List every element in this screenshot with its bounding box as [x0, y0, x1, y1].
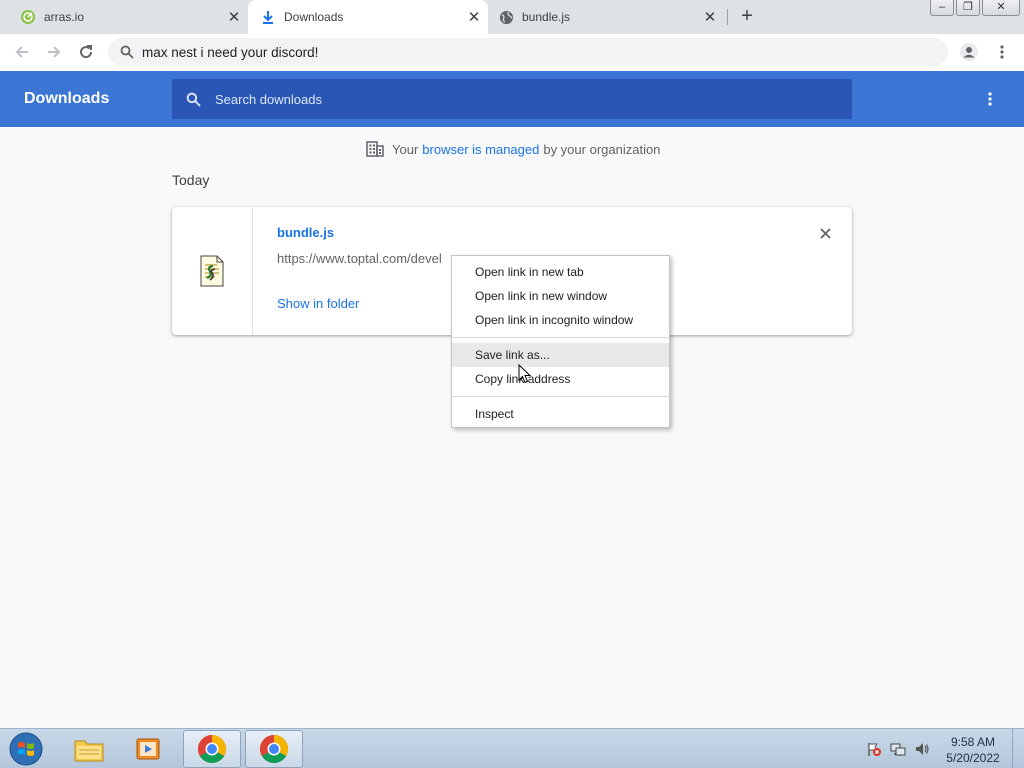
clock-time: 9:58 AM	[950, 735, 996, 749]
minimize-button[interactable]: –	[930, 0, 954, 16]
downloads-header: Downloads Search downloads	[0, 71, 1024, 127]
address-text: max nest i need your discord!	[142, 44, 319, 60]
script-file-icon	[200, 255, 224, 287]
search-placeholder: Search downloads	[215, 91, 322, 107]
tab-title: arras.io	[44, 10, 85, 24]
avatar-icon	[960, 43, 978, 61]
page-title: Downloads	[24, 90, 110, 107]
taskbar-media-player[interactable]	[120, 730, 178, 768]
menu-item-inspect[interactable]: Inspect	[452, 402, 669, 426]
search-icon	[120, 45, 134, 59]
mouse-cursor-icon	[518, 364, 532, 384]
context-menu: Open link in new tab Open link in new wi…	[451, 255, 670, 428]
window-controls: – ❐ ✕	[930, 0, 1020, 16]
taskbar-explorer[interactable]	[60, 730, 118, 768]
taskbar-chrome-2[interactable]	[245, 730, 303, 768]
browser-toolbar: max nest i need your discord!	[0, 34, 1024, 71]
globe-icon	[498, 9, 514, 25]
close-icon	[819, 227, 831, 239]
menu-item-save-link-as[interactable]: Save link as...	[452, 343, 669, 367]
new-tab-button[interactable]: +	[737, 6, 757, 27]
back-arrow-icon	[15, 46, 28, 58]
managed-banner: Your browser is managed by your organiza…	[366, 140, 660, 158]
search-downloads-input[interactable]: Search downloads	[172, 79, 852, 119]
tab-downloads[interactable]: Downloads ✕	[248, 0, 488, 34]
clock-date: 5/20/2022	[946, 751, 1000, 765]
managed-text-before: Your	[392, 141, 419, 157]
menu-item-open-incognito[interactable]: Open link in incognito window	[452, 308, 669, 332]
tab-title: bundle.js	[522, 10, 571, 24]
tab-arras[interactable]: arras.io ✕	[0, 0, 248, 34]
file-icon-area	[172, 207, 253, 335]
forward-arrow-icon	[48, 46, 61, 58]
back-button[interactable]	[10, 40, 34, 64]
volume-icon[interactable]	[914, 741, 930, 757]
taskbar-clock[interactable]: 9:58 AM 5/20/2022	[940, 734, 1006, 766]
reload-icon	[80, 45, 93, 59]
action-center-flag-icon[interactable]	[866, 741, 882, 757]
network-icon[interactable]	[890, 741, 906, 757]
menu-item-copy-link-address[interactable]: Copy link address	[452, 367, 669, 391]
menu-item-open-new-tab[interactable]: Open link in new tab	[452, 260, 669, 284]
system-tray	[866, 741, 930, 757]
tab-bundle[interactable]: bundle.js ✕	[488, 0, 724, 34]
kebab-menu-icon	[1000, 45, 1004, 59]
restore-button[interactable]: ❐	[956, 0, 980, 16]
taskbar-chrome-1[interactable]	[183, 730, 241, 768]
start-button[interactable]	[6, 731, 46, 767]
media-player-icon	[136, 738, 160, 760]
windows-start-icon	[9, 732, 43, 766]
tab-title: Downloads	[284, 10, 344, 24]
managed-text-after: by your organization	[543, 141, 661, 157]
menu-separator	[452, 396, 669, 397]
close-window-button[interactable]: ✕	[982, 0, 1020, 16]
date-header: Today	[172, 172, 210, 188]
show-in-folder-link[interactable]: Show in folder	[277, 296, 359, 311]
profile-button[interactable]	[958, 41, 980, 63]
address-bar[interactable]: max nest i need your discord!	[108, 38, 948, 66]
arras-favicon-icon	[20, 9, 36, 25]
tab-close-icon[interactable]: ✕	[226, 9, 242, 26]
tab-close-icon[interactable]: ✕	[702, 9, 718, 26]
remove-download-button[interactable]	[817, 225, 833, 241]
downloads-menu-button[interactable]	[980, 89, 1000, 109]
menu-item-open-new-window[interactable]: Open link in new window	[452, 284, 669, 308]
browser-menu-button[interactable]	[992, 41, 1012, 63]
show-desktop-button[interactable]	[1012, 729, 1024, 768]
tab-divider	[727, 9, 728, 25]
download-icon	[260, 9, 276, 25]
browser-managed-link[interactable]: browser is managed	[422, 142, 539, 157]
forward-button[interactable]	[42, 40, 66, 64]
folder-icon	[74, 740, 104, 762]
building-icon	[366, 141, 384, 157]
chrome-icon	[260, 735, 288, 763]
taskbar: 9:58 AM 5/20/2022	[0, 728, 1024, 768]
file-url[interactable]: https://www.toptal.com/devel	[277, 251, 442, 266]
file-name-link[interactable]: bundle.js	[277, 225, 334, 240]
kebab-menu-icon	[988, 92, 992, 106]
reload-button[interactable]	[74, 40, 98, 64]
tab-strip: arras.io ✕ Downloads ✕ bundle.js ✕ + – ❐…	[0, 0, 1024, 34]
search-icon	[186, 92, 201, 107]
menu-separator	[452, 337, 669, 338]
tab-close-icon[interactable]: ✕	[466, 9, 482, 26]
chrome-icon	[198, 735, 226, 763]
